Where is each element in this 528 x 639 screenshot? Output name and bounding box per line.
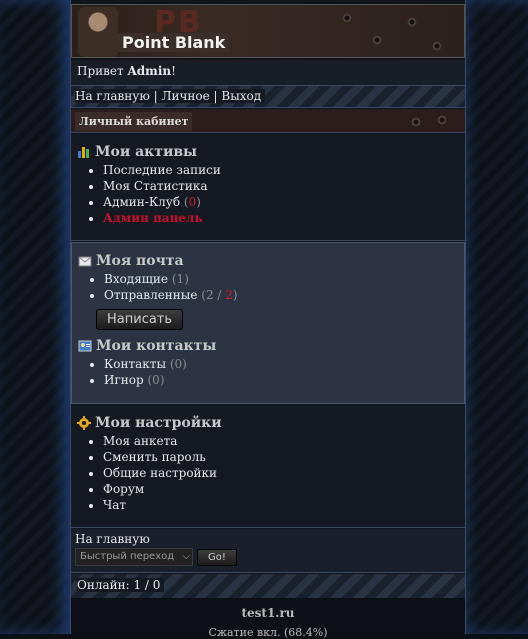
general-settings-link[interactable]: Общие настройки — [103, 466, 217, 480]
inbox-link[interactable]: Входящие — [104, 272, 168, 286]
nav-separator: | — [209, 89, 222, 103]
recent-posts-link[interactable]: Последние записи — [103, 163, 221, 177]
assets-section: Мои активы Последние записи Моя Статисти… — [71, 134, 465, 241]
chevron-down-icon: ⌵ — [182, 551, 190, 562]
bar-chart-icon — [78, 147, 89, 158]
mail-section: Моя почта Входящие (1) Отправленные (2 /… — [71, 242, 465, 404]
greeting-prefix: Привет — [77, 64, 124, 78]
nav-separator: | — [149, 89, 162, 103]
nav-personal-link[interactable]: Личное — [161, 89, 209, 103]
mail-icon — [78, 256, 92, 267]
soldier-image — [78, 7, 118, 57]
sent-unread-count: 2 — [225, 288, 233, 302]
contacts-link[interactable]: Контакты — [104, 357, 166, 371]
mail-title: Моя почта — [96, 253, 184, 269]
bullet-hole-icon — [372, 35, 382, 45]
ignore-count: 0 — [152, 373, 160, 387]
change-password-link[interactable]: Сменить пароль — [103, 450, 206, 464]
write-button[interactable]: Написать — [96, 309, 184, 330]
my-profile-link[interactable]: Моя анкета — [103, 434, 177, 448]
contacts-icon — [78, 340, 92, 352]
online-value: 1 / 0 — [133, 578, 161, 592]
contacts-title: Мои контакты — [96, 338, 217, 354]
greeting-suffix: ! — [171, 64, 176, 78]
bullet-hole-icon — [411, 117, 421, 127]
go-button[interactable]: Go! — [197, 548, 237, 566]
chat-link[interactable]: Чат — [103, 498, 126, 512]
logo-text: Point Blank — [118, 33, 230, 52]
footer: test1.ru Сжатие вкл. (68.4%) — [71, 598, 465, 639]
tab-bar: Личный кабинет — [71, 109, 465, 133]
admin-panel-link[interactable]: Админ панель — [103, 211, 203, 225]
footer-compression: Сжатие вкл. (68.4%) — [208, 626, 328, 639]
admin-club-link[interactable]: Админ-Клуб — [103, 195, 180, 209]
nav-logout-link[interactable]: Выход — [221, 89, 261, 103]
ignore-link[interactable]: Игнор — [104, 373, 144, 387]
footer-site[interactable]: test1.ru — [71, 598, 465, 620]
online-bar: Онлайн: 1 / 0 — [71, 574, 465, 598]
inbox-count: 1 — [176, 272, 185, 286]
tab-personal-cabinet[interactable]: Личный кабинет — [75, 112, 193, 131]
bullet-hole-icon — [437, 115, 447, 125]
page-container: PB Point Blank Привет Admin! На главную … — [70, 0, 466, 639]
quick-jump-value: Быстрый переход — [80, 551, 175, 562]
online-label: Онлайн: — [77, 578, 130, 592]
bullet-hole-icon — [407, 17, 417, 27]
quick-nav: На главную Быстрый переход ⌵ Go! — [71, 529, 465, 573]
bullet-hole-icon — [432, 41, 442, 51]
background-left — [0, 0, 70, 634]
greeting-user: Admin — [127, 64, 172, 78]
sent-link[interactable]: Отправленные — [104, 288, 197, 302]
background-right — [458, 0, 528, 634]
quick-jump-select[interactable]: Быстрый переход ⌵ — [75, 548, 193, 566]
header-banner[interactable]: PB Point Blank — [71, 4, 465, 58]
top-nav: На главную | Личное | Выход — [71, 86, 465, 108]
my-stats-link[interactable]: Моя Статистика — [103, 179, 208, 193]
settings-title: Мои настройки — [95, 415, 222, 431]
assets-title: Мои активы — [95, 144, 198, 160]
quick-home-link[interactable]: На главную — [75, 532, 461, 546]
greeting-bar: Привет Admin! — [71, 60, 465, 86]
settings-section: Мои настройки Моя анкета Сменить пароль … — [71, 405, 465, 528]
contacts-count: 0 — [174, 357, 183, 371]
nav-home-link[interactable]: На главную — [75, 89, 150, 103]
forum-link[interactable]: Форум — [103, 482, 144, 496]
bullet-hole-icon — [342, 13, 352, 23]
gear-icon — [77, 416, 91, 430]
sent-count: 2 — [205, 288, 214, 302]
